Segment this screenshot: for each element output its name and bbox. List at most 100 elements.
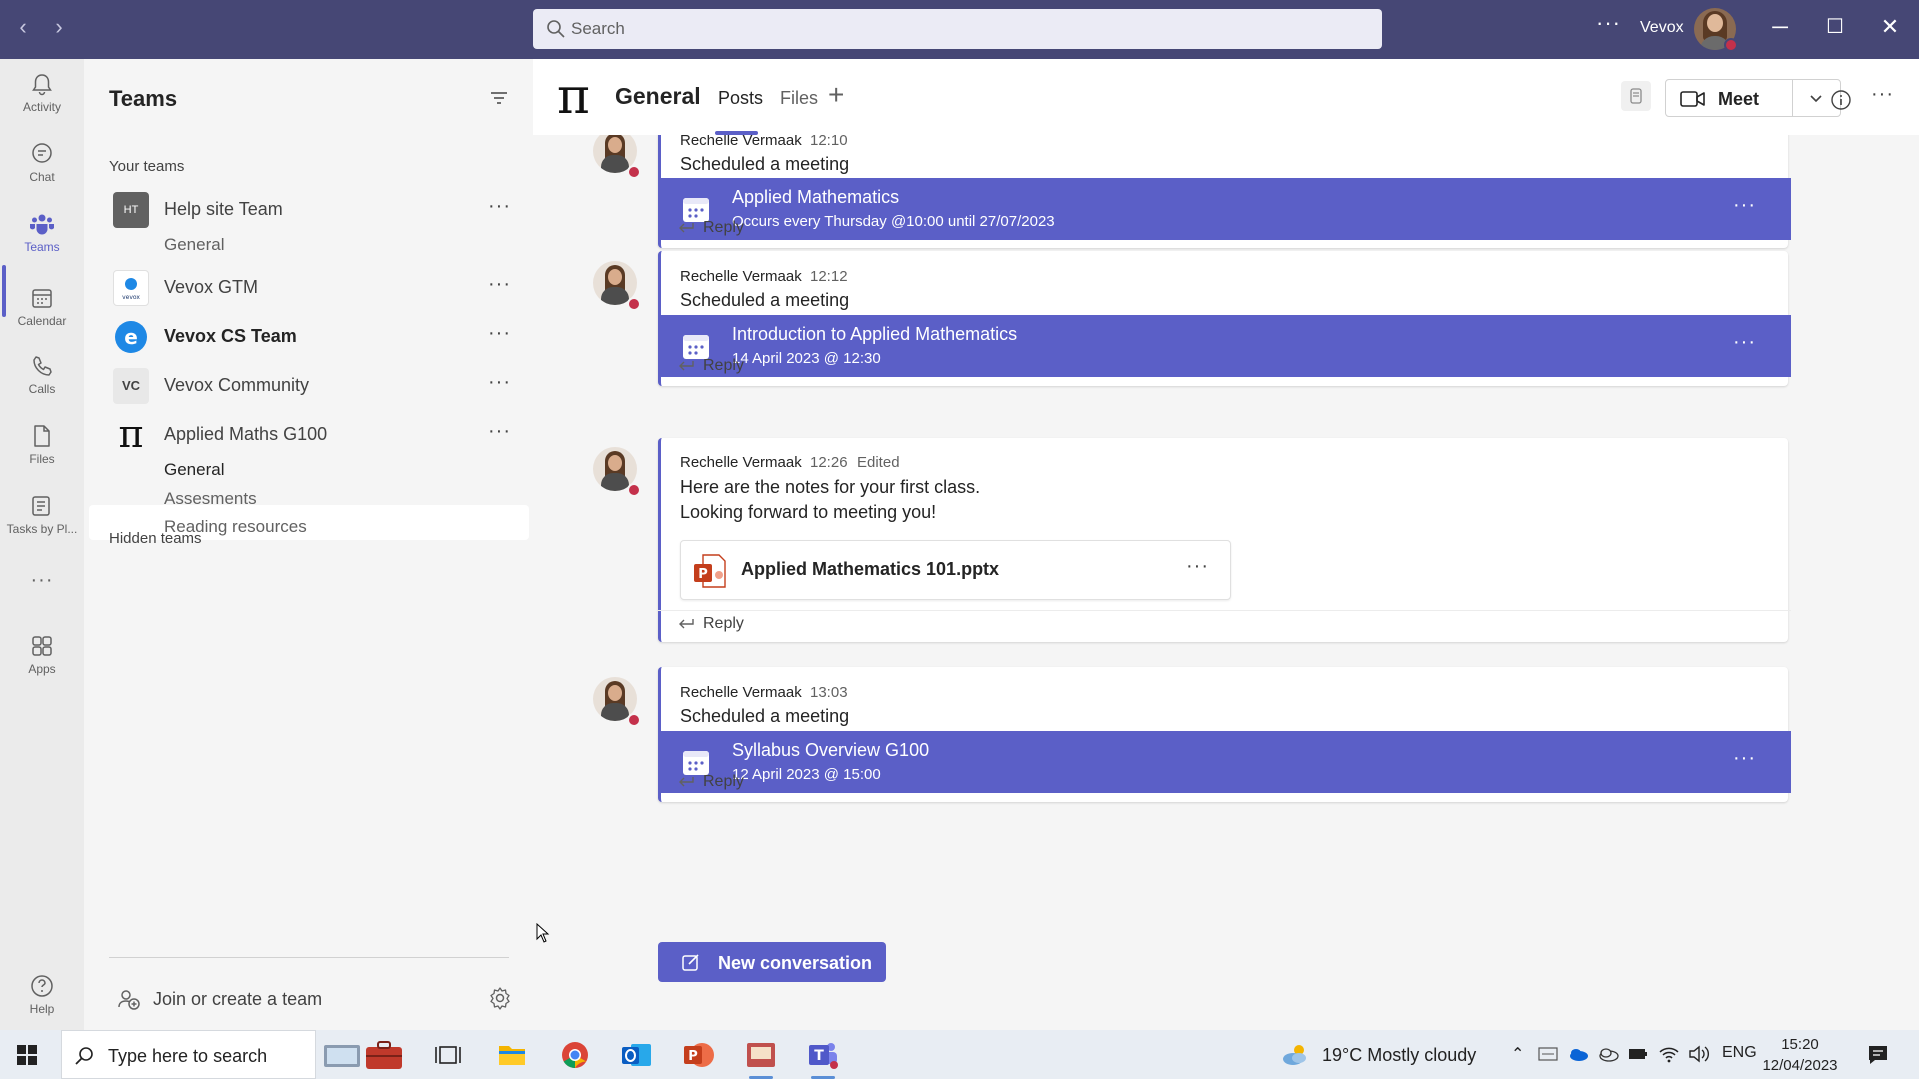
team-more-icon[interactable]: ··· (488, 195, 511, 218)
language-indicator[interactable]: ENG (1722, 1044, 1757, 1062)
channel-general[interactable]: General (164, 235, 224, 255)
channel-more-icon[interactable]: ··· (1871, 83, 1894, 106)
camera-off-icon[interactable] (1621, 81, 1651, 111)
meeting-card[interactable]: Syllabus Overview G100 12 April 2023 @ 1… (658, 731, 1791, 793)
meet-label: Meet (1718, 89, 1760, 109)
rail-item-tasks[interactable]: Tasks by Pl... (0, 493, 84, 536)
clock-time: 15:20 (1781, 1036, 1819, 1053)
rail-item-files[interactable]: Files (0, 423, 84, 466)
tasks-icon (32, 496, 50, 516)
clock-date: 12/04/2023 (1762, 1057, 1838, 1074)
team-more-icon[interactable]: ··· (488, 420, 511, 443)
team-help-site[interactable]: HT Help site Team ··· (84, 185, 533, 233)
search-input[interactable]: Search (533, 9, 1382, 49)
chrome-icon[interactable] (555, 1037, 595, 1073)
cloud-icon[interactable] (1598, 1046, 1620, 1062)
post-author[interactable]: Rechelle Vermaak (680, 135, 802, 149)
post-card: Rechelle Vermaak 13:03 Scheduled a meeti… (658, 667, 1791, 802)
channel-general-active[interactable]: General (164, 460, 224, 480)
notification-icon[interactable] (1866, 1043, 1890, 1067)
post-card: Rechelle Vermaak 12:12 Scheduled a meeti… (658, 251, 1791, 386)
team-vevox-cs[interactable]: e Vevox CS Team ··· (84, 312, 533, 360)
team-name: Help site Team (164, 199, 283, 219)
meeting-more-icon[interactable]: ··· (1733, 331, 1756, 354)
teams-icon (30, 214, 54, 235)
close-icon[interactable]: ✕ (1870, 14, 1910, 40)
post-author[interactable]: Rechelle Vermaak (680, 684, 802, 701)
back-arrow-icon[interactable]: ‹ (8, 14, 38, 44)
team-vevox-community[interactable]: VC Vevox Community ··· (84, 361, 533, 409)
add-tab-icon[interactable]: + (828, 79, 844, 111)
speaker-icon[interactable] (1688, 1044, 1710, 1064)
presence-busy-icon (627, 483, 641, 497)
maximize-icon[interactable]: ☐ (1815, 14, 1855, 39)
team-more-icon[interactable]: ··· (488, 371, 511, 394)
post-text: Scheduled a meeting (680, 706, 850, 726)
presentation-app-icon[interactable] (741, 1037, 781, 1079)
compose-icon (682, 954, 699, 971)
file-more-icon[interactable]: ··· (1186, 555, 1209, 578)
chevron-down-icon[interactable] (1806, 88, 1826, 108)
onedrive-icon[interactable] (1568, 1046, 1590, 1062)
powerpoint-icon[interactable]: P (679, 1037, 719, 1073)
taskbar-briefcase-icon[interactable] (320, 1037, 410, 1073)
new-conversation-button[interactable]: New conversation (658, 942, 886, 982)
file-explorer-icon[interactable] (492, 1037, 532, 1073)
tab-posts[interactable]: Posts (718, 88, 763, 109)
forward-arrow-icon[interactable]: › (44, 14, 74, 44)
join-create-team-button[interactable]: Join or create a team (117, 985, 507, 1015)
info-icon[interactable] (1830, 89, 1852, 111)
weather-cloudy-icon[interactable] (1280, 1040, 1310, 1070)
more-apps-icon[interactable]: ··· (0, 569, 84, 592)
taskbar-clock[interactable]: 15:20 12/04/2023 (1760, 1034, 1840, 1076)
windows-start-icon[interactable] (16, 1044, 38, 1066)
rail-item-calendar[interactable]: Calendar (0, 285, 84, 328)
presence-busy-icon (627, 297, 641, 311)
team-vevox-gtm[interactable]: vevox Vevox GTM ··· (84, 263, 533, 311)
reply-label: Reply (703, 773, 744, 790)
network-drive-icon[interactable] (1538, 1045, 1558, 1063)
tab-files[interactable]: Files (780, 88, 818, 109)
taskbar-search-input[interactable]: Type here to search (61, 1030, 316, 1079)
rail-item-apps[interactable]: Apps (0, 633, 84, 676)
taskbar-search-placeholder: Type here to search (108, 1046, 268, 1066)
post-author[interactable]: Rechelle Vermaak (680, 454, 802, 471)
outlook-icon[interactable] (617, 1037, 657, 1073)
team-more-icon[interactable]: ··· (488, 322, 511, 345)
vevox-logo-icon: vevox (113, 270, 149, 306)
svg-text:P: P (698, 567, 708, 582)
rail-item-chat[interactable]: Chat (0, 141, 84, 184)
hidden-teams-label[interactable]: Hidden teams (109, 530, 202, 547)
new-conversation-label: New conversation (718, 953, 873, 973)
post-author[interactable]: Rechelle Vermaak (680, 268, 802, 285)
chevron-up-icon[interactable]: ⌃ (1511, 1044, 1524, 1064)
gear-icon[interactable] (487, 985, 513, 1011)
rail-item-teams[interactable]: Teams (0, 211, 84, 254)
teams-app-icon[interactable]: T (803, 1037, 843, 1079)
rail-label: Calls (28, 382, 56, 396)
meeting-card[interactable]: Applied Mathematics Occurs every Thursda… (658, 178, 1791, 240)
team-name: Vevox GTM (164, 277, 259, 297)
rail-item-activity[interactable]: Activity (0, 71, 84, 114)
team-more-icon[interactable]: ··· (488, 273, 511, 296)
meeting-more-icon[interactable]: ··· (1733, 747, 1756, 770)
channel-assessments[interactable]: Assesments (164, 489, 257, 509)
file-attachment[interactable]: P Applied Mathematics 101.pptx ··· (680, 540, 1231, 600)
rail-item-help[interactable]: Help (0, 973, 84, 1016)
task-view-icon[interactable] (428, 1037, 468, 1073)
pi-logo-icon: π (118, 412, 144, 456)
team-name: Applied Maths G100 (164, 424, 328, 444)
meeting-more-icon[interactable]: ··· (1733, 194, 1756, 217)
more-options-icon[interactable]: ··· (1596, 10, 1621, 36)
wifi-icon[interactable] (1658, 1044, 1680, 1064)
rail-item-calls[interactable]: Calls (0, 353, 84, 396)
filter-icon[interactable] (488, 87, 510, 109)
rail-label: Apps (28, 662, 56, 676)
battery-icon[interactable] (1628, 1046, 1648, 1062)
weather-text[interactable]: 19°C Mostly cloudy (1322, 1045, 1476, 1066)
team-applied-maths[interactable]: π Applied Maths G100 ··· (84, 410, 533, 458)
minimize-icon[interactable]: ─ (1760, 14, 1800, 40)
meeting-card[interactable]: Introduction to Applied Mathematics 14 A… (658, 315, 1791, 377)
posts-feed[interactable]: Rechelle Vermaak 12:10 Scheduled a meeti… (533, 135, 1919, 1030)
meet-button[interactable]: Meet (1665, 79, 1841, 117)
